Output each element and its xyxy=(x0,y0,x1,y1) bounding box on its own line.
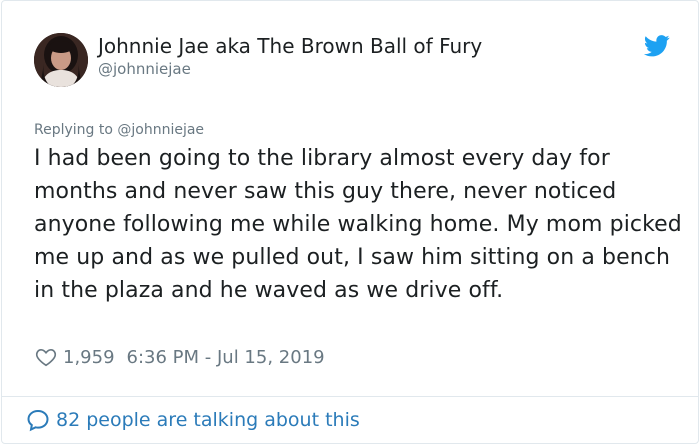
tweet-text: I had been going to the library almost e… xyxy=(34,146,682,303)
twitter-bird-icon[interactable] xyxy=(644,35,670,57)
like-count[interactable]: 1,959 xyxy=(63,347,115,368)
avatar[interactable] xyxy=(34,33,88,87)
replying-prefix: Replying to xyxy=(34,122,118,138)
replying-handle-link[interactable]: @johnniejae xyxy=(117,122,204,138)
timestamp[interactable]: 6:36 PM - Jul 15, 2019 xyxy=(127,347,325,368)
divider xyxy=(2,396,698,397)
tweet-card: Johnnie Jae aka The Brown Ball of Fury @… xyxy=(1,0,699,444)
conversation-link[interactable]: 82 people are talking about this xyxy=(26,407,360,433)
heart-icon[interactable] xyxy=(35,346,57,368)
author-name[interactable]: Johnnie Jae aka The Brown Ball of Fury xyxy=(98,33,482,59)
speech-bubble-icon xyxy=(27,409,49,432)
author-handle[interactable]: @johnniejae xyxy=(98,59,191,79)
avatar-photo xyxy=(34,33,88,87)
tweet-meta: 1,959 6:36 PM - Jul 15, 2019 xyxy=(35,345,325,369)
conversation-label: 82 people are talking about this xyxy=(56,409,360,431)
replying-to: Replying to @johnniejae xyxy=(34,121,204,139)
